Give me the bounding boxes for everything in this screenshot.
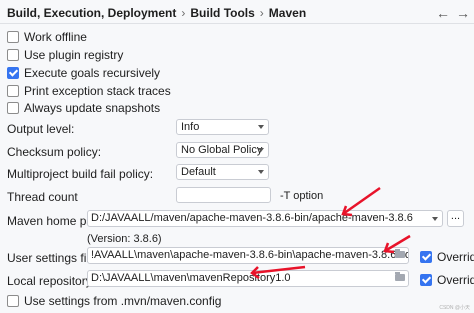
annotation-arrow (383, 234, 411, 254)
annotation-arrows (250, 186, 411, 280)
annotation-arrow (250, 265, 306, 280)
watermark: CSDN @小天 (439, 305, 470, 311)
annotation-arrow (341, 186, 381, 217)
